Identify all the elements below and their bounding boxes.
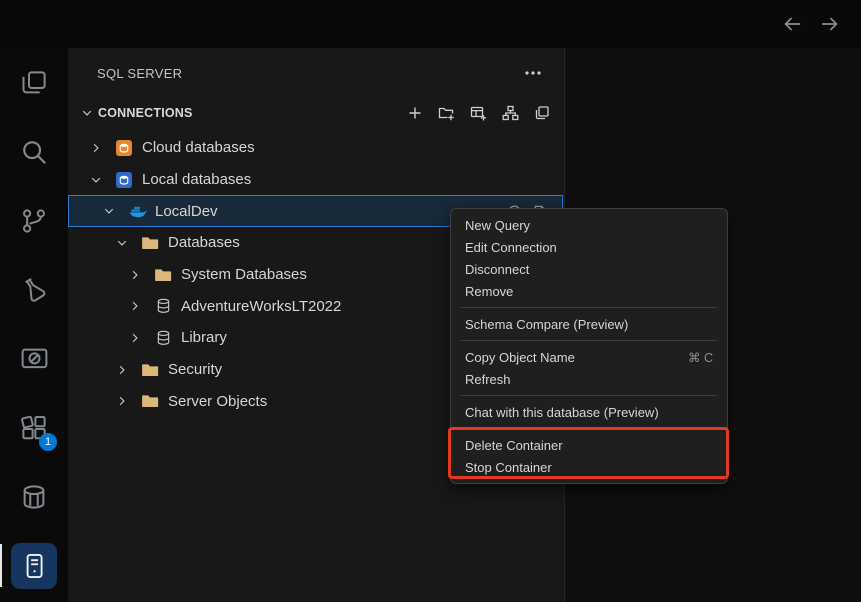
connect-org-chart-icon[interactable] xyxy=(502,105,519,121)
menu-item-label: Edit Connection xyxy=(465,240,557,255)
menu-item-copy-object-name[interactable]: Copy Object Name ⌘ C xyxy=(451,346,727,368)
database-icon xyxy=(153,330,173,346)
menu-item-refresh[interactable]: Refresh xyxy=(451,368,727,390)
menu-item-label: Chat with this database (Preview) xyxy=(465,405,659,420)
menu-item-disconnect[interactable]: Disconnect xyxy=(451,258,727,280)
activity-bar: 1 xyxy=(0,48,68,602)
chevron-down-icon[interactable] xyxy=(87,174,105,186)
menu-item-label: Stop Container xyxy=(465,460,552,475)
container-barrel-icon xyxy=(19,482,49,512)
menu-item-label: Schema Compare (Preview) xyxy=(465,317,628,332)
folder-icon xyxy=(140,236,160,250)
chevron-down-icon[interactable] xyxy=(113,237,131,249)
folder-icon xyxy=(153,268,173,282)
folder-icon xyxy=(140,363,160,377)
menu-item-label: New Query xyxy=(465,218,530,233)
tree-item-label: Library xyxy=(181,329,227,346)
new-server-group-icon[interactable] xyxy=(470,105,487,121)
menu-item-stop-container[interactable]: Stop Container xyxy=(451,456,727,478)
context-menu: New Query Edit Connection Disconnect Rem… xyxy=(450,208,728,484)
tree-item-label: Cloud databases xyxy=(142,139,255,156)
connections-section-label: CONNECTIONS xyxy=(98,106,193,120)
navigate-back-icon[interactable] xyxy=(781,13,803,35)
tree-item-label: Security xyxy=(168,361,222,378)
menu-item-shortcut: ⌘ C xyxy=(688,350,713,365)
menu-item-edit-connection[interactable]: Edit Connection xyxy=(451,236,727,258)
folder-icon xyxy=(140,394,160,408)
chevron-down-icon[interactable] xyxy=(100,205,118,217)
menu-item-label: Disconnect xyxy=(465,262,529,277)
titlebar xyxy=(0,0,861,48)
add-connection-icon[interactable] xyxy=(407,105,423,121)
activity-item-explorer[interactable] xyxy=(0,48,68,117)
navigate-forward-icon[interactable] xyxy=(819,13,841,35)
extensions-badge: 1 xyxy=(39,433,57,451)
chevron-right-icon[interactable] xyxy=(126,269,144,281)
menu-item-new-query[interactable]: New Query xyxy=(451,214,727,236)
tree-item-label: AdventureWorksLT2022 xyxy=(181,298,341,315)
menu-item-label: Copy Object Name xyxy=(465,350,575,365)
panel-title: SQL SERVER xyxy=(97,66,524,81)
tree-item-label: System Databases xyxy=(181,266,307,283)
tree-item-label: Server Objects xyxy=(168,393,267,410)
activity-item-remote-monitor[interactable] xyxy=(0,324,68,393)
panel-header: SQL SERVER xyxy=(68,48,564,98)
copy-pages-icon xyxy=(19,68,49,98)
menu-item-schema-compare[interactable]: Schema Compare (Preview) xyxy=(451,313,727,335)
connections-section-header[interactable]: CONNECTIONS xyxy=(68,98,564,128)
activity-item-sql-server[interactable] xyxy=(0,531,68,600)
new-connection-group-icon[interactable] xyxy=(438,105,455,121)
activity-item-containers[interactable] xyxy=(0,462,68,531)
tree-item-label: Databases xyxy=(168,234,240,251)
chevron-right-icon[interactable] xyxy=(126,332,144,344)
git-branch-icon xyxy=(19,206,49,236)
tree-item-label: LocalDev xyxy=(155,203,218,220)
menu-item-label: Remove xyxy=(465,284,513,299)
search-icon xyxy=(19,137,49,167)
database-icon xyxy=(153,298,173,314)
chevron-right-icon[interactable] xyxy=(126,300,144,312)
menu-separator xyxy=(461,395,717,396)
activity-item-testing[interactable] xyxy=(0,255,68,324)
menu-item-label: Refresh xyxy=(465,372,511,387)
menu-item-label: Delete Container xyxy=(465,438,563,453)
chevron-right-icon[interactable] xyxy=(113,364,131,376)
duplicate-icon[interactable] xyxy=(534,105,550,121)
chevron-right-icon[interactable] xyxy=(113,395,131,407)
activity-item-source-control[interactable] xyxy=(0,186,68,255)
menu-separator xyxy=(461,340,717,341)
more-actions-icon[interactable] xyxy=(524,70,542,76)
monitor-slash-icon xyxy=(19,344,50,374)
tree-item-cloud-databases[interactable]: Cloud databases xyxy=(68,132,563,164)
activity-item-extensions[interactable]: 1 xyxy=(0,393,68,462)
activity-item-search[interactable] xyxy=(0,117,68,186)
menu-item-delete-container[interactable]: Delete Container xyxy=(451,434,727,456)
docker-whale-icon xyxy=(127,203,147,220)
menu-item-remove[interactable]: Remove xyxy=(451,280,727,302)
chevron-right-icon[interactable] xyxy=(87,142,105,154)
cloud-database-icon xyxy=(114,140,134,156)
local-database-icon xyxy=(114,172,134,188)
sql-server-icon xyxy=(11,543,57,589)
menu-separator xyxy=(461,307,717,308)
flask-icon xyxy=(19,275,49,305)
tree-item-local-databases[interactable]: Local databases xyxy=(68,164,563,196)
tree-item-label: Local databases xyxy=(142,171,251,188)
connections-toolbar xyxy=(407,105,550,121)
menu-item-chat-with-database[interactable]: Chat with this database (Preview) xyxy=(451,401,727,423)
menu-separator xyxy=(461,428,717,429)
chevron-down-icon[interactable] xyxy=(78,107,96,119)
